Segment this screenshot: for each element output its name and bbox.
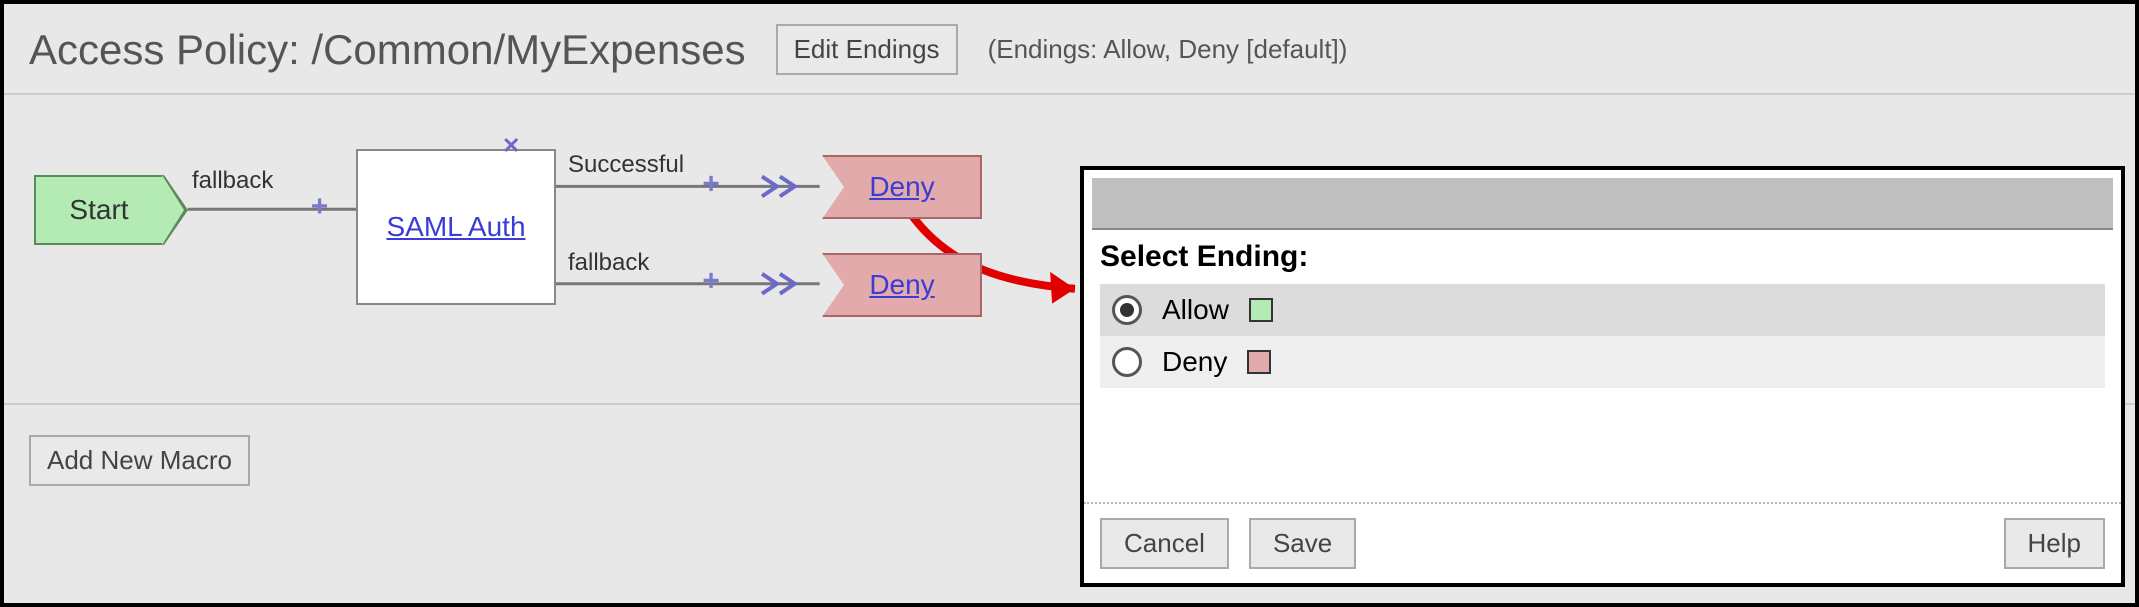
radio-deny[interactable] (1112, 347, 1142, 377)
ending-node-top[interactable]: Deny (822, 155, 982, 219)
ending-link-bottom[interactable]: Deny (869, 269, 934, 301)
svg-text:+: + (702, 265, 719, 298)
saml-auth-link[interactable]: SAML Auth (386, 211, 525, 243)
svg-text:+: + (702, 167, 719, 200)
option-label-allow: Allow (1162, 294, 1229, 326)
add-new-macro-button[interactable]: Add New Macro (29, 435, 250, 486)
dialog-footer: Cancel Save Help (1084, 502, 2121, 583)
ending-link-top[interactable]: Deny (869, 171, 934, 203)
page-title: Access Policy: /Common/MyExpenses (29, 26, 746, 74)
cancel-button[interactable]: Cancel (1100, 518, 1229, 569)
dialog-heading: Select Ending: (1100, 240, 2105, 274)
saml-auth-node[interactable]: SAML Auth (356, 149, 556, 305)
ending-option-allow[interactable]: Allow (1100, 284, 2105, 336)
spacer (1376, 518, 1983, 569)
edit-endings-button[interactable]: Edit Endings (776, 24, 958, 75)
help-button[interactable]: Help (2004, 518, 2105, 569)
radio-allow[interactable] (1112, 295, 1142, 325)
swatch-allow (1249, 298, 1273, 322)
endings-summary: (Endings: Allow, Deny [default]) (988, 34, 1348, 65)
ending-option-deny[interactable]: Deny (1100, 336, 2105, 388)
save-button[interactable]: Save (1249, 518, 1356, 569)
delete-node-icon[interactable]: ✕ (502, 133, 520, 159)
branch-label-fallback-2: fallback (566, 249, 651, 277)
start-node[interactable]: Start (34, 175, 164, 245)
option-label-deny: Deny (1162, 346, 1227, 378)
swatch-deny (1247, 350, 1271, 374)
start-label: Start (69, 194, 128, 226)
header-bar: Access Policy: /Common/MyExpenses Edit E… (4, 4, 2135, 95)
branch-label-fallback-1: fallback (190, 167, 275, 195)
dialog-body: Select Ending: Allow Deny (1084, 230, 2121, 502)
svg-text:+: + (311, 190, 328, 223)
select-ending-dialog: Select Ending: Allow Deny Cancel Save He… (1080, 166, 2125, 587)
ending-node-bottom[interactable]: Deny (822, 253, 982, 317)
dialog-titlebar[interactable] (1092, 178, 2113, 230)
branch-label-successful: Successful (566, 151, 686, 179)
